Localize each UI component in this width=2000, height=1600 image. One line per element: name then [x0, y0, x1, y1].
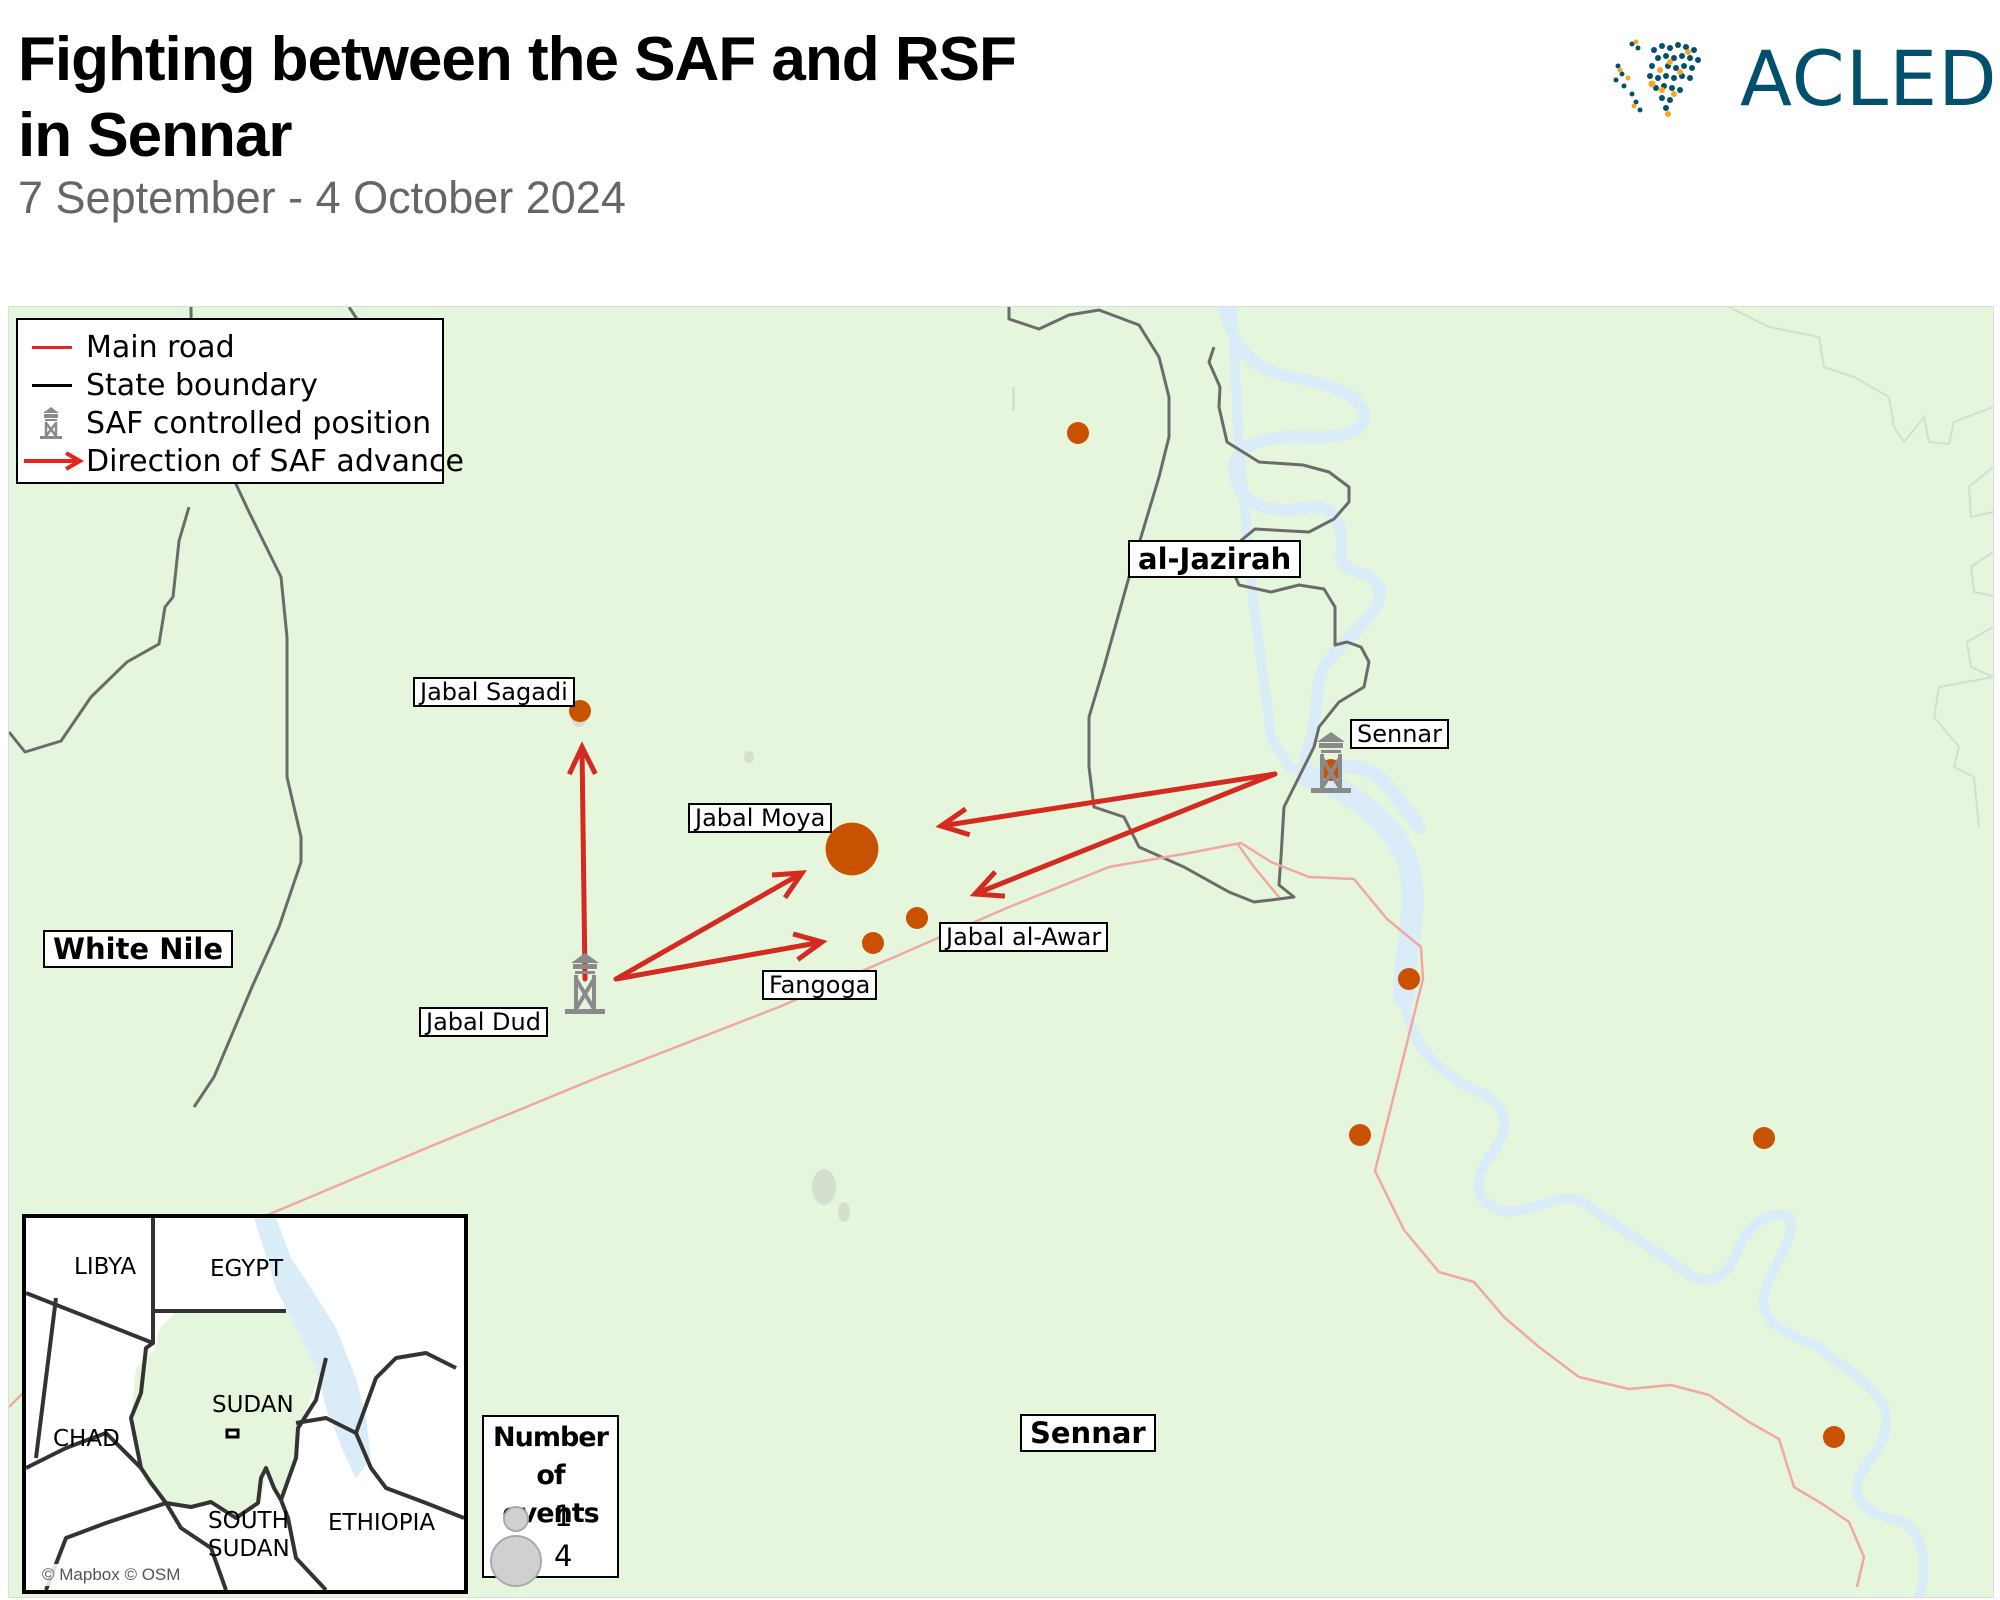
inset-label-sudan: SUDAN	[212, 1392, 294, 1418]
event-marker[interactable]	[1823, 1426, 1845, 1448]
place-label-sennar: Sennar	[1350, 719, 1449, 749]
event-marker[interactable]	[1067, 422, 1089, 444]
inset-attribution: © Mapbox © OSM	[36, 1564, 187, 1586]
date-range-subtitle: 7 September - 4 October 2024	[18, 172, 626, 223]
event-marker[interactable]	[1398, 968, 1420, 990]
advance-arrow	[969, 771, 1278, 899]
legend-value-4: 4	[554, 1539, 573, 1573]
legend-circle-4	[490, 1535, 542, 1587]
title-line-1: Fighting between the SAF and RSF	[18, 25, 1017, 94]
state-label-al-jazirah: al-Jazirah	[1128, 540, 1302, 578]
inset-label-south-sudan-2: SUDAN	[208, 1536, 290, 1562]
legend-item-saf-advance: Direction of SAF advance	[18, 442, 464, 480]
place-label-jabal-moya: Jabal Moya	[688, 803, 833, 833]
red-arrow-icon	[24, 451, 85, 471]
legend-value-1: 1	[554, 1499, 573, 1533]
event-count-legend: Number of events 1 4	[482, 1415, 619, 1587]
place-label-jabal-al-awar: Jabal al-Awar	[939, 922, 1109, 952]
inset-label-chad: CHAD	[53, 1426, 120, 1452]
map-legend: Main road State boundary SAF controlled …	[16, 318, 464, 484]
inset-label-ethiopia: ETHIOPIA	[328, 1510, 436, 1536]
event-marker[interactable]	[906, 907, 928, 929]
title-line-2: in Sennar	[18, 101, 293, 170]
watchtower-icon	[40, 407, 62, 439]
legend-item-main-road: Main road	[18, 328, 235, 366]
place-label-fangoga: Fangoga	[762, 970, 878, 1000]
legend-item-state-boundary: State boundary	[18, 366, 318, 404]
state-label-white-nile: White Nile	[43, 930, 234, 968]
inset-locator-map: LIBYA EGYPT SUDAN CHAD SOUTH SUDAN ETHIO…	[22, 1214, 468, 1594]
red-line-icon	[32, 346, 72, 349]
event-marker[interactable]	[862, 932, 884, 954]
place-label-jabal-dud: Jabal Dud	[419, 1007, 548, 1037]
map-title: Fighting between the SAF and RSF in Senn…	[18, 22, 1017, 174]
watchtower-icon[interactable]	[565, 953, 605, 1014]
legend-item-saf-position: SAF controlled position	[18, 404, 431, 442]
inset-label-south-sudan-1: SOUTH	[208, 1508, 289, 1534]
acled-logo: ACLED	[1610, 28, 1997, 128]
globe-dots-icon	[1613, 39, 1701, 117]
event-marker[interactable]	[1349, 1124, 1371, 1146]
focus-area-box	[225, 1428, 240, 1439]
place-label-jabal-sagadi: Jabal Sagadi	[413, 677, 575, 707]
event-marker[interactable]	[1753, 1127, 1775, 1149]
legend-circle-1	[503, 1506, 529, 1532]
acled-wordmark: ACLED	[1740, 34, 1998, 123]
advance-arrow	[567, 741, 598, 982]
state-label-sennar: Sennar	[1020, 1414, 1156, 1452]
event-marker[interactable]	[825, 822, 879, 876]
advance-arrow	[935, 771, 1278, 838]
inset-label-egypt: EGYPT	[210, 1256, 284, 1282]
black-line-icon	[32, 384, 72, 387]
inset-label-libya: LIBYA	[74, 1254, 137, 1280]
